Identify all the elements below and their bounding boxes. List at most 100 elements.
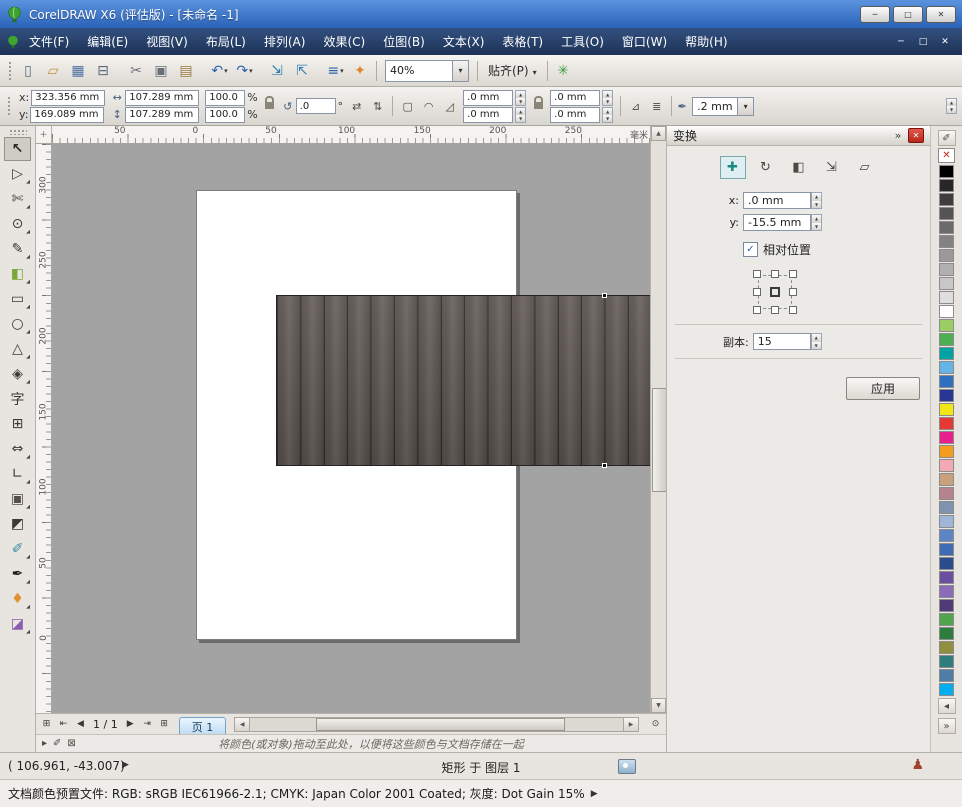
menu-item[interactable]: 效果(C) xyxy=(314,33,374,50)
connector-tool[interactable]: ∟ ◢ xyxy=(4,462,31,486)
docker-close-button[interactable]: ✕ xyxy=(908,128,924,143)
spinner[interactable] xyxy=(602,90,613,106)
next-page-button[interactable]: ▶ xyxy=(122,716,139,732)
smart-fill-tool[interactable]: ◧ ◢ xyxy=(4,262,31,286)
media-icon[interactable] xyxy=(618,759,636,774)
document-icon[interactable] xyxy=(6,35,20,49)
last-page-button[interactable]: ⇥ xyxy=(139,716,156,732)
color-swatch[interactable] xyxy=(939,417,954,430)
scale-y-field[interactable]: 100.0 xyxy=(205,107,245,123)
menu-item[interactable]: 帮助(H) xyxy=(676,33,736,50)
menu-item[interactable]: 位图(B) xyxy=(374,33,434,50)
toolbox-grip[interactable] xyxy=(9,129,27,135)
flyout-icon[interactable]: ▶ xyxy=(591,789,598,799)
print-button[interactable]: ⊟ xyxy=(92,59,115,82)
transform-size-button[interactable]: ⇲ xyxy=(819,156,845,179)
copies-field[interactable]: 15 xyxy=(753,333,811,350)
mdi-minimize-button[interactable]: ─ xyxy=(890,34,912,50)
spinner[interactable] xyxy=(811,214,822,231)
color-swatch[interactable] xyxy=(939,179,954,192)
transform-skew-button[interactable]: ▱ xyxy=(852,156,878,179)
color-swatch[interactable] xyxy=(939,249,954,262)
freehand-tool[interactable]: ✎ ◢ xyxy=(4,237,31,261)
page-tab[interactable]: 页 1 xyxy=(179,717,227,736)
anchor-middle-left[interactable] xyxy=(753,288,761,296)
color-swatch[interactable] xyxy=(939,361,954,374)
ruler-origin[interactable]: + xyxy=(36,126,52,144)
chevron-down-icon[interactable] xyxy=(452,61,468,81)
color-swatch[interactable] xyxy=(939,375,954,388)
color-swatch[interactable] xyxy=(939,683,954,696)
spinner[interactable] xyxy=(602,107,613,123)
convert-to-curves-button[interactable]: ⊿ xyxy=(625,96,646,116)
toolbar-grip[interactable] xyxy=(7,96,12,116)
vertical-scrollbar[interactable] xyxy=(650,126,666,713)
import-button[interactable]: ⇲ xyxy=(266,59,289,82)
flyout-icon[interactable]: ▸ xyxy=(42,738,47,749)
paste-button[interactable]: ▤ xyxy=(175,59,198,82)
menu-item[interactable]: 编辑(E) xyxy=(78,33,137,50)
color-swatch[interactable] xyxy=(939,445,954,458)
color-swatch[interactable] xyxy=(939,193,954,206)
outline-width-combobox[interactable]: .2 mm xyxy=(692,97,754,116)
text-tool[interactable]: 字 xyxy=(4,387,31,411)
ellipse-tool[interactable]: ○ ◢ xyxy=(4,312,31,336)
spinner[interactable] xyxy=(811,333,822,350)
selection-handle-bottom[interactable] xyxy=(602,463,607,468)
toolbar-grip[interactable] xyxy=(8,61,13,81)
color-swatch[interactable] xyxy=(939,641,954,654)
palette-scroll-icon[interactable]: ◂ xyxy=(938,698,956,714)
anchor-middle-right[interactable] xyxy=(789,288,797,296)
canvas[interactable] xyxy=(52,144,650,713)
no-color-swatch[interactable]: ✕ xyxy=(938,148,955,163)
fill-tool[interactable]: ♦ ◢ xyxy=(4,587,31,611)
zoom-tool[interactable]: ⊙ ◢ xyxy=(4,212,31,236)
horizontal-ruler[interactable]: 50050100150200250 毫米 xyxy=(52,126,650,144)
spinner[interactable] xyxy=(946,98,957,114)
color-swatch[interactable] xyxy=(939,347,954,360)
anchor-bottom-left[interactable] xyxy=(753,306,761,314)
color-swatch[interactable] xyxy=(939,305,954,318)
dimension-tool[interactable]: ⇔ ◢ xyxy=(4,437,31,461)
vertical-ruler[interactable]: 300250200150100500 xyxy=(36,144,52,713)
basic-shapes-tool[interactable]: ◈ ◢ xyxy=(4,362,31,386)
chevron-down-icon[interactable] xyxy=(737,98,753,115)
menu-item[interactable]: 视图(V) xyxy=(137,33,197,50)
scalloped-corner-button[interactable]: ◠ xyxy=(418,96,439,116)
scroll-right-icon[interactable] xyxy=(623,718,638,731)
redo-button[interactable]: ↷ ▾ xyxy=(233,59,256,82)
mirror-vertical-button[interactable]: ⇅ xyxy=(367,96,388,116)
pick-tool[interactable]: ↖ xyxy=(4,137,31,161)
transform-scale-mirror-button[interactable]: ◧ xyxy=(786,156,812,179)
outline-pen-tool[interactable]: ✒ ◢ xyxy=(4,562,31,586)
previous-page-button[interactable]: ◀ xyxy=(72,716,89,732)
object-width-field[interactable]: 107.289 mm xyxy=(125,90,199,106)
color-swatch[interactable] xyxy=(939,459,954,472)
color-swatch[interactable] xyxy=(939,515,954,528)
color-swatch[interactable] xyxy=(939,319,954,332)
edit-corners-together-icon[interactable] xyxy=(531,95,545,117)
wrap-text-button[interactable]: ≣ xyxy=(646,96,667,116)
anchor-center[interactable] xyxy=(770,287,780,297)
color-swatch[interactable] xyxy=(939,487,954,500)
menu-item[interactable]: 窗口(W) xyxy=(613,33,676,50)
mirror-horizontal-button[interactable]: ⇄ xyxy=(346,96,367,116)
color-swatch[interactable] xyxy=(939,235,954,248)
anchor-top-right[interactable] xyxy=(789,270,797,278)
anchor-bottom-center[interactable] xyxy=(771,306,779,314)
spinner[interactable] xyxy=(515,90,526,106)
drop-shadow-tool[interactable]: ▣ ◢ xyxy=(4,487,31,511)
vertical-scrollbar-thumb[interactable] xyxy=(652,388,667,492)
color-swatch[interactable] xyxy=(939,277,954,290)
eyedropper-icon[interactable]: ✐ xyxy=(53,738,61,749)
color-swatch[interactable] xyxy=(939,627,954,640)
menu-item[interactable]: 布局(L) xyxy=(197,33,255,50)
color-eyedropper-tool[interactable]: ✐ ◢ xyxy=(4,537,31,561)
color-swatch[interactable] xyxy=(939,669,954,682)
options-button[interactable]: ✳ xyxy=(552,59,575,82)
zoom-button[interactable]: ⊙ xyxy=(647,716,664,732)
transform-y-field[interactable]: -15.5 mm xyxy=(743,214,811,231)
copy-button[interactable]: ▣ xyxy=(150,59,173,82)
color-swatch[interactable] xyxy=(939,599,954,612)
color-swatch[interactable] xyxy=(939,585,954,598)
